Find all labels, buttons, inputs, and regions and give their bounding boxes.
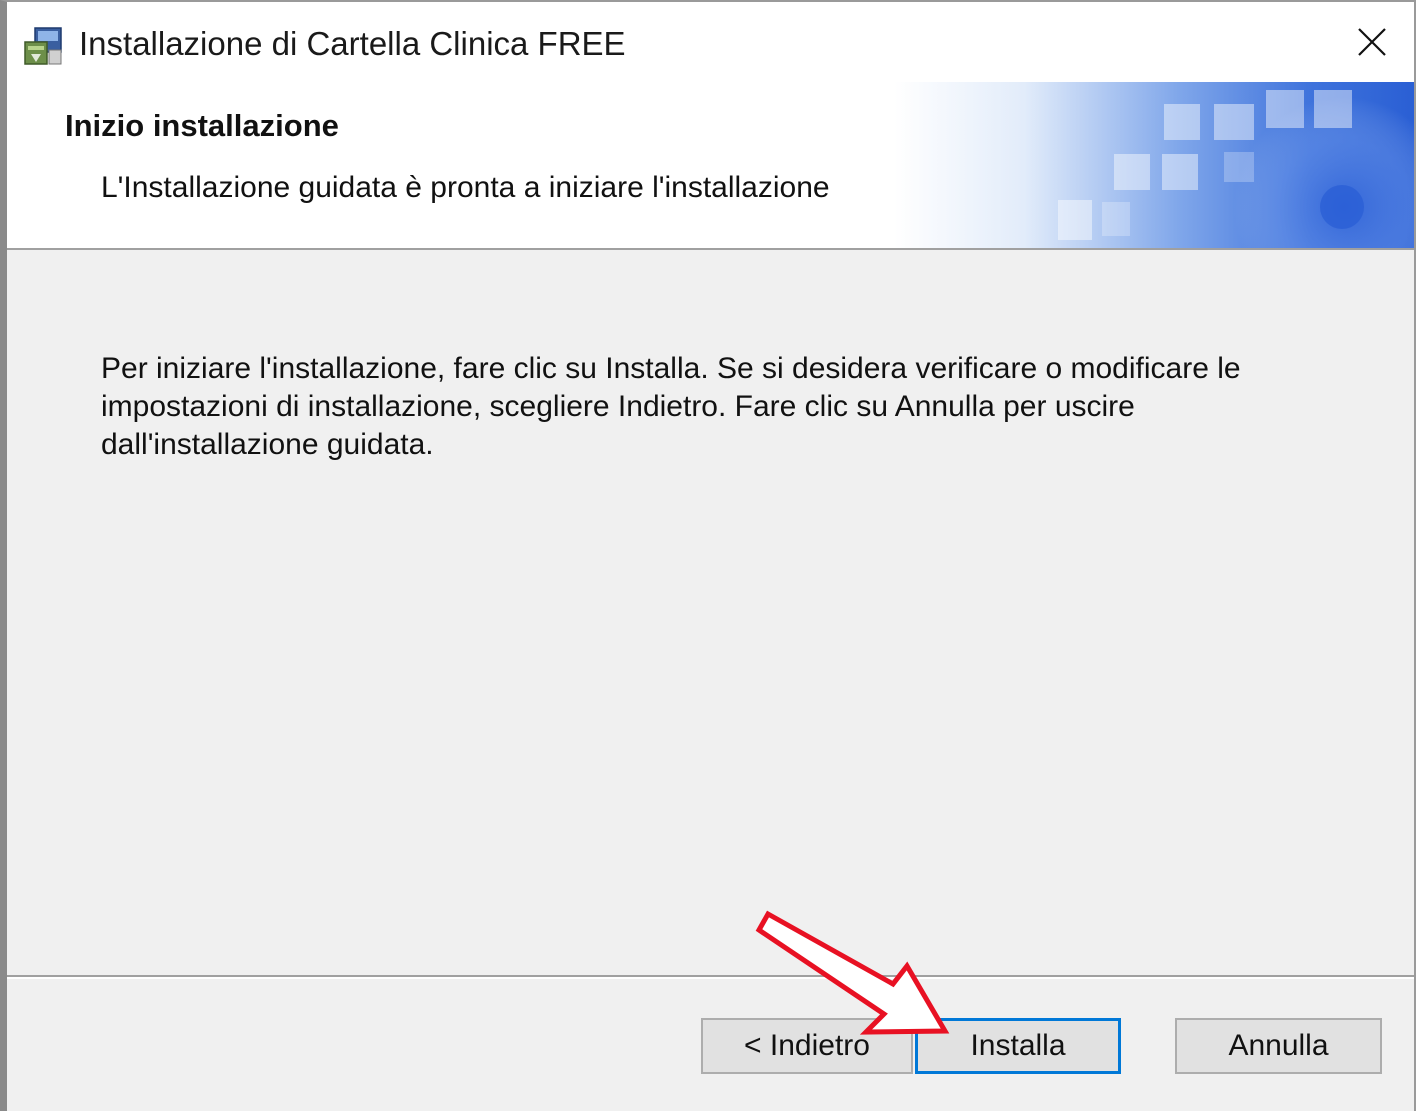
header-banner: Inizio installazione L'Installazione gui… [7,82,1414,250]
step-subtitle: L'Installazione guidata è pronta a inizi… [101,171,830,204]
instructions-text: Per iniziare l'installazione, fare clic … [101,352,1241,461]
install-button[interactable]: Installa [915,1018,1121,1074]
title-bar: Installazione di Cartella Clinica FREE [7,2,1414,82]
close-icon [1358,28,1386,56]
footer-divider [7,975,1414,979]
window-title: Installazione di Cartella Clinica FREE [79,25,626,62]
banner-graphic [894,82,1414,248]
back-button[interactable]: < Indietro [701,1018,913,1074]
step-title: Inizio installazione [65,108,339,143]
installer-package-icon [24,27,62,65]
installer-window: Installazione di Cartella Clinica FREE I… [0,0,1416,1111]
cancel-button[interactable]: Annulla [1175,1018,1382,1074]
close-button[interactable] [1330,2,1414,82]
